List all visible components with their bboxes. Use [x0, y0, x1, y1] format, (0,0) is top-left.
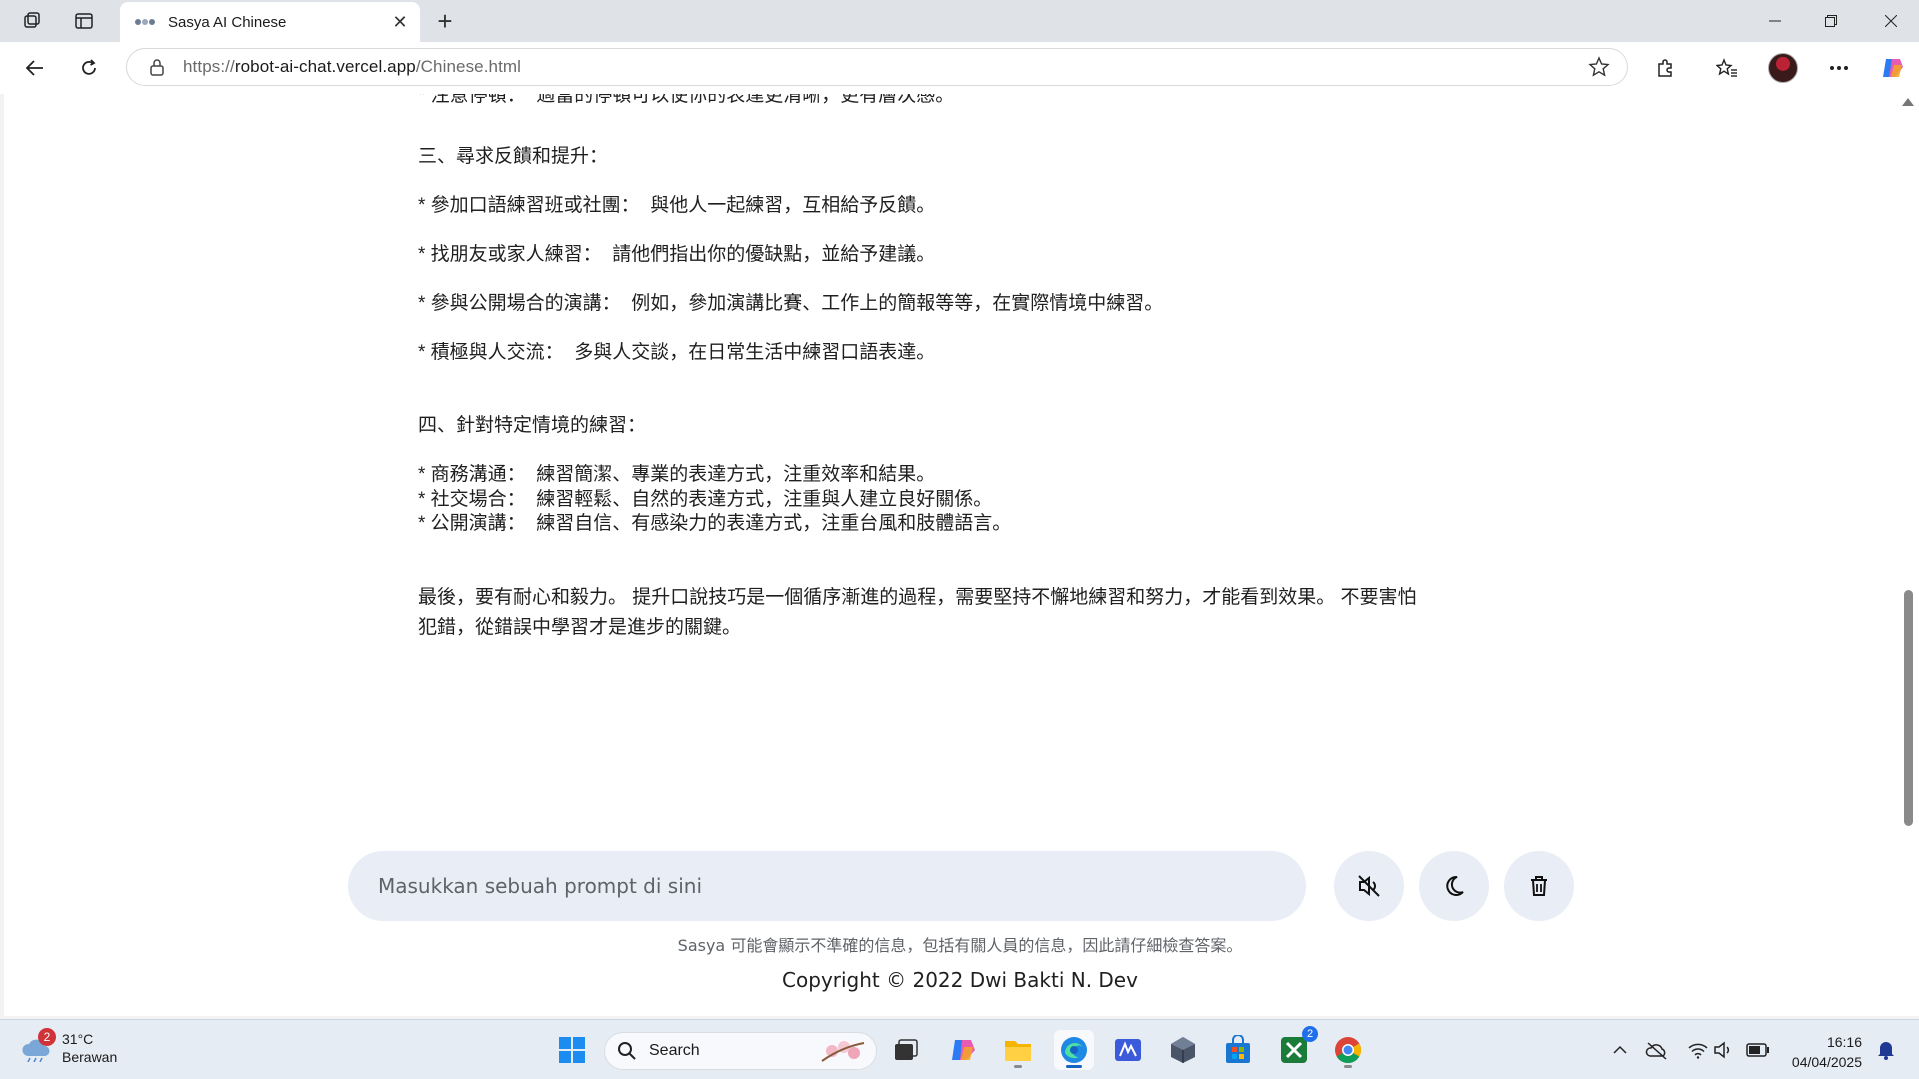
search-icon — [618, 1042, 636, 1060]
scroll-up-icon[interactable] — [1902, 98, 1914, 106]
prompt-composer — [348, 851, 1306, 921]
edge-browser-icon[interactable] — [1054, 1030, 1094, 1070]
windows-taskbar: 2 31°C Berawan Search 2 16:16 04/04/2025 — [0, 1019, 1919, 1079]
minimize-button[interactable] — [1747, 0, 1803, 42]
windows-logo-icon — [559, 1037, 585, 1063]
dark-mode-button[interactable] — [1419, 851, 1489, 921]
browser-titlebar: Sasya AI Chinese ✕ + — [0, 0, 1919, 42]
page-scrollbar[interactable] — [1898, 94, 1919, 1016]
weather-widget[interactable]: 2 31°C Berawan — [20, 1028, 117, 1066]
copyright-text: Copyright © 2022 Dwi Bakti N. Dev — [782, 968, 1138, 992]
disclaimer-text: Sasya 可能會顯示不準確的信息，包括有關人員的信息，因此請仔細檢查答案。 — [677, 936, 1243, 955]
notification-badge: 2 — [1302, 1026, 1318, 1042]
weather-text: 31°C Berawan — [62, 1030, 117, 1066]
microsoft-store-icon[interactable] — [1218, 1030, 1258, 1070]
scrollbar-thumb[interactable] — [1904, 590, 1913, 826]
more-menu-icon[interactable] — [1822, 52, 1856, 84]
back-button[interactable] — [18, 52, 52, 84]
new-tab-button[interactable]: + — [430, 6, 460, 36]
workspaces-icon[interactable] — [18, 8, 46, 34]
weather-alert-badge: 2 — [38, 1028, 56, 1046]
editor-app-icon[interactable] — [1108, 1030, 1148, 1070]
clock-time: 16:16 — [1826, 1034, 1862, 1050]
chrome-browser-icon[interactable] — [1328, 1030, 1368, 1070]
wifi-icon[interactable] — [1686, 1038, 1710, 1062]
xbox-app-icon[interactable]: 2 — [1274, 1026, 1318, 1070]
prompt-input[interactable] — [378, 874, 1276, 898]
volume-off-icon — [1358, 875, 1380, 897]
search-label: Search — [649, 1042, 700, 1059]
active-indicator — [1066, 1065, 1082, 1068]
chat-paragraph: 最後，要有耐心和毅力。 提升口說技巧是一個循序漸進的過程，需要堅持不懈地練習和努… — [418, 587, 1417, 638]
file-explorer-icon[interactable] — [998, 1030, 1038, 1070]
clear-chat-button[interactable] — [1504, 851, 1574, 921]
cube-app-icon[interactable] — [1163, 1030, 1203, 1070]
robot-favicon-icon — [134, 15, 156, 29]
profile-avatar[interactable] — [1766, 52, 1800, 84]
tab-close-icon[interactable]: ✕ — [390, 12, 410, 32]
chat-heading: 三、尋求反饋和提升： — [418, 146, 609, 167]
copilot-icon[interactable] — [1876, 52, 1910, 84]
url-text: https://robot-ai-chat.vercel.app/Chinese… — [183, 57, 522, 76]
favorites-icon[interactable] — [1710, 52, 1744, 84]
chat-line: * 公開演講： 練習自信、有感染力的表達方式，注重台風和肢體語言。 — [418, 513, 1012, 534]
chat-line: * 參與公開場合的演講： 例如，參加演講比賽、工作上的簡報等等，在實際情境中練習… — [418, 293, 1164, 314]
chat-line: * 注意停頓： 適當的停頓可以使你的表達更清晰，更有層次感。 — [418, 94, 955, 106]
tab-title: Sasya AI Chinese — [168, 13, 287, 31]
chat-line: * 參加口語練習班或社團： 與他人一起練習，互相給予反饋。 — [418, 195, 936, 216]
system-clock[interactable]: 16:16 04/04/2025 — [1782, 1032, 1862, 1072]
copilot-app-icon[interactable] — [944, 1030, 984, 1070]
running-indicator — [1014, 1065, 1022, 1068]
blossom-icon — [821, 1041, 865, 1062]
refresh-button[interactable] — [72, 52, 106, 84]
weather-condition: Berawan — [62, 1049, 118, 1065]
vertical-tabs-icon[interactable] — [70, 8, 98, 34]
mute-button[interactable] — [1334, 851, 1404, 921]
extensions-icon[interactable] — [1648, 52, 1682, 84]
notification-bell-icon[interactable] — [1874, 1038, 1898, 1062]
lock-icon[interactable] — [147, 57, 167, 77]
temperature: 31°C — [62, 1031, 94, 1047]
battery-icon[interactable] — [1746, 1038, 1770, 1062]
avatar — [1768, 53, 1798, 83]
restore-button[interactable] — [1803, 0, 1859, 42]
tab-active[interactable]: Sasya AI Chinese ✕ — [120, 2, 420, 42]
page-viewport: * 注意停頓： 適當的停頓可以使你的表達更清晰，更有層次感。 三、尋求反饋和提升… — [4, 94, 1904, 1016]
moon-icon — [1446, 875, 1464, 896]
trash-icon — [1531, 876, 1547, 896]
chat-line: * 找朋友或家人練習： 請他們指出你的優缺點，並給予建議。 — [418, 244, 936, 265]
volume-icon[interactable] — [1712, 1038, 1736, 1062]
close-window-button[interactable] — [1863, 0, 1919, 42]
task-view-icon[interactable] — [886, 1030, 926, 1070]
browser-toolbar: https://robot-ai-chat.vercel.app/Chinese… — [0, 42, 1919, 94]
chat-heading: 四、針對特定情境的練習： — [418, 415, 647, 436]
address-bar[interactable]: https://robot-ai-chat.vercel.app/Chinese… — [126, 48, 1628, 86]
cloud-rain-icon: 2 — [20, 1028, 56, 1063]
show-hidden-icons-chevron-icon[interactable] — [1608, 1038, 1632, 1062]
favorite-star-icon[interactable] — [1587, 55, 1611, 79]
clock-date: 04/04/2025 — [1791, 1054, 1862, 1070]
chat-line: * 積極與人交流： 多與人交談，在日常生活中練習口語表達。 — [418, 342, 936, 363]
running-indicator — [1344, 1065, 1352, 1068]
taskbar-search[interactable]: Search — [604, 1032, 877, 1070]
start-button[interactable] — [552, 1030, 592, 1070]
onedrive-offline-icon[interactable] — [1645, 1038, 1669, 1062]
